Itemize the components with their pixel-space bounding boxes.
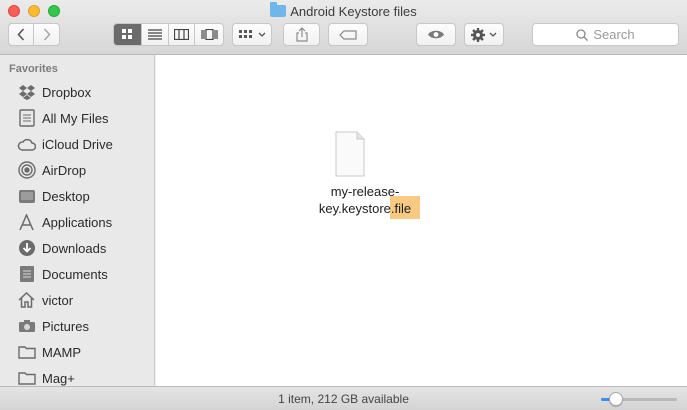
list-view-button[interactable] bbox=[142, 24, 169, 45]
desktop-icon bbox=[17, 187, 36, 206]
search-icon bbox=[576, 28, 589, 41]
document-icon[interactable] bbox=[330, 129, 370, 179]
sidebar-item-downloads[interactable]: Downloads bbox=[0, 235, 154, 261]
sidebar: Favorites Dropbox All My Files iCloud Dr… bbox=[0, 55, 155, 386]
window-title: Android Keystore files bbox=[0, 2, 687, 21]
dropbox-icon bbox=[17, 83, 36, 102]
arrange-button[interactable] bbox=[232, 23, 272, 46]
airdrop-icon bbox=[17, 161, 36, 180]
cover-flow-button[interactable] bbox=[195, 24, 223, 45]
icon-view-icon bbox=[121, 29, 132, 39]
camera-icon bbox=[17, 317, 36, 336]
sidebar-item-documents[interactable]: Documents bbox=[0, 261, 154, 287]
sidebar-item-victor[interactable]: victor bbox=[0, 287, 154, 313]
sidebar-item-label: Mag+ bbox=[42, 370, 75, 386]
window-toolbar: Android Keystore files Search bbox=[0, 0, 687, 55]
sidebar-item-label: MAMP bbox=[42, 344, 81, 360]
sidebar-item-label: AirDrop bbox=[42, 162, 87, 178]
documents-icon bbox=[17, 265, 36, 284]
chevron-down-icon bbox=[489, 32, 497, 37]
home-icon bbox=[17, 291, 36, 310]
status-text: 1 item, 212 GB available bbox=[278, 392, 409, 406]
chevron-down-icon bbox=[258, 32, 265, 37]
sidebar-item-airdrop[interactable]: AirDrop bbox=[0, 157, 154, 183]
folder-icon bbox=[270, 2, 287, 17]
sidebar-item-applications[interactable]: Applications bbox=[0, 209, 154, 235]
file-browser-area[interactable] bbox=[156, 55, 687, 386]
file-name-line1: my-release- bbox=[330, 184, 400, 199]
gear-icon bbox=[471, 27, 485, 42]
sidebar-item-dropbox[interactable]: Dropbox bbox=[0, 79, 154, 105]
back-button[interactable] bbox=[9, 24, 34, 45]
quick-look-button[interactable] bbox=[416, 23, 456, 46]
chevron-left-icon bbox=[17, 28, 25, 41]
status-bar: 1 item, 212 GB available bbox=[0, 386, 687, 410]
downloads-icon bbox=[17, 239, 36, 258]
search-field[interactable]: Search bbox=[532, 23, 679, 46]
chevron-right-icon bbox=[43, 28, 51, 41]
tag-icon bbox=[339, 29, 357, 40]
search-placeholder: Search bbox=[593, 27, 635, 42]
column-view-button[interactable] bbox=[169, 24, 196, 45]
sidebar-item-label: Desktop bbox=[42, 188, 90, 204]
file-name-selected-extension[interactable]: .file bbox=[391, 201, 411, 216]
file-name-label[interactable]: my-release- key.keystore.file bbox=[300, 183, 430, 217]
file-name-base: key.keystore bbox=[318, 201, 391, 216]
sidebar-item-label: Dropbox bbox=[42, 84, 92, 100]
sidebar-item-label: iCloud Drive bbox=[42, 136, 113, 152]
sidebar-item-icloud-drive[interactable]: iCloud Drive bbox=[0, 131, 154, 157]
arrange-icon bbox=[238, 29, 252, 38]
sidebar-item-pictures[interactable]: Pictures bbox=[0, 313, 154, 339]
sidebar-item-label: Pictures bbox=[42, 318, 89, 334]
list-view-icon bbox=[147, 29, 162, 40]
sidebar-item-mamp[interactable]: MAMP bbox=[0, 339, 154, 365]
sidebar-item-all-my-files[interactable]: All My Files bbox=[0, 105, 154, 131]
sidebar-item-mag-plus[interactable]: Mag+ bbox=[0, 365, 154, 387]
column-view-icon bbox=[173, 29, 189, 40]
folder-icon bbox=[17, 369, 36, 387]
eye-icon bbox=[428, 30, 444, 39]
sidebar-item-desktop[interactable]: Desktop bbox=[0, 183, 154, 209]
sidebar-item-label: victor bbox=[42, 292, 74, 308]
sidebar-item-label: Downloads bbox=[42, 240, 107, 256]
cloud-icon bbox=[17, 135, 36, 154]
all-files-icon bbox=[17, 109, 36, 128]
sidebar-item-label: Applications bbox=[42, 214, 113, 230]
sidebar-heading: Favorites bbox=[9, 63, 58, 75]
icon-view-button[interactable] bbox=[114, 24, 142, 45]
forward-button[interactable] bbox=[34, 24, 59, 45]
view-mode-selector bbox=[113, 23, 224, 46]
sidebar-item-label: Documents bbox=[42, 266, 108, 282]
tags-button[interactable] bbox=[328, 23, 368, 46]
sidebar-item-label: All My Files bbox=[42, 110, 109, 126]
icon-size-slider-knob[interactable] bbox=[609, 392, 623, 406]
applications-icon bbox=[17, 213, 36, 232]
navigation-buttons bbox=[8, 23, 60, 46]
action-button[interactable] bbox=[464, 23, 504, 46]
window-title-text: Android Keystore files bbox=[290, 4, 417, 19]
cover-flow-icon bbox=[201, 29, 218, 40]
folder-icon bbox=[17, 343, 36, 362]
share-button[interactable] bbox=[283, 23, 320, 46]
share-icon bbox=[295, 27, 308, 42]
